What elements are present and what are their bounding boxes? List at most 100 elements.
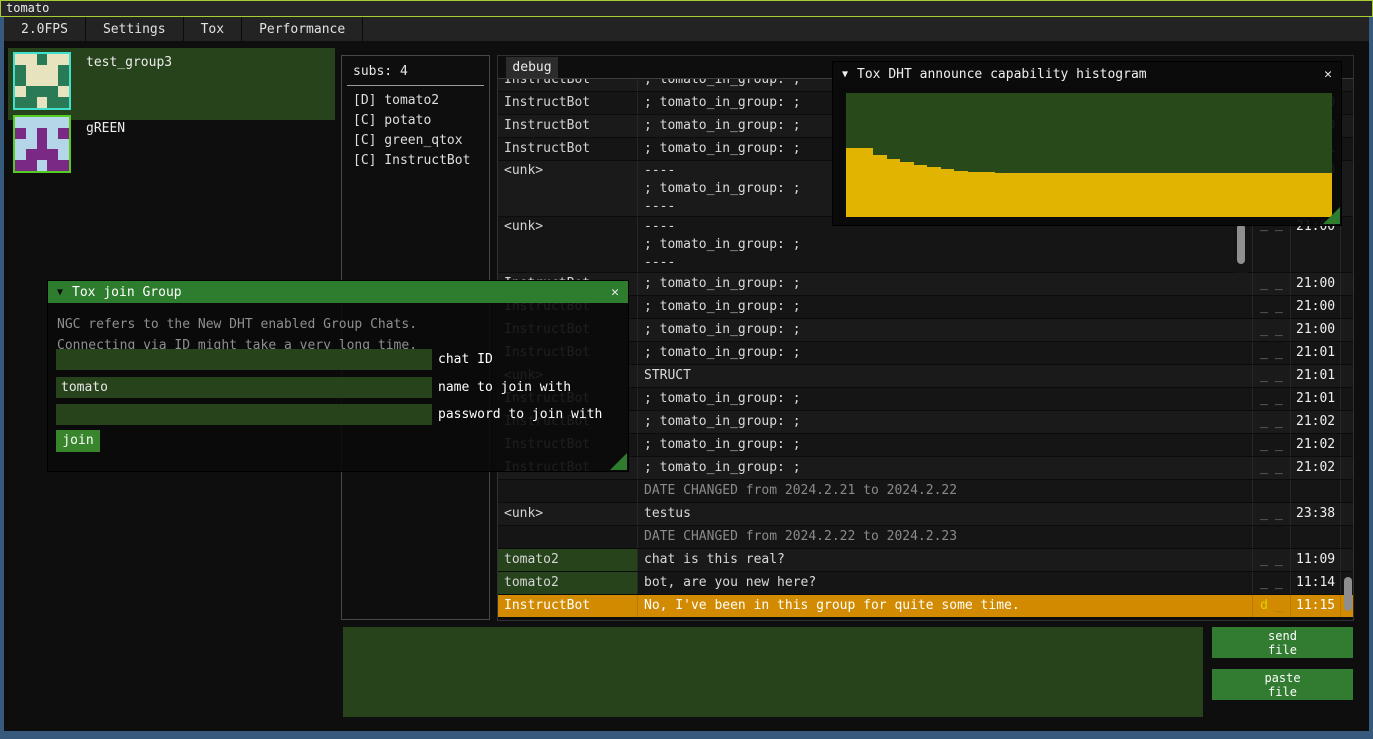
message-row[interactable]: <unk>testus__23:38 (498, 503, 1353, 526)
histogram-bar (1305, 173, 1319, 217)
member-instructbot[interactable]: [C] InstructBot (342, 151, 489, 171)
window-frame-bottom (0, 731, 1373, 739)
message-time: 21:02 (1291, 434, 1341, 456)
resize-grip[interactable] (1323, 207, 1340, 224)
message-text: ; tomato_in_group: ; (638, 388, 1253, 410)
message-text: ; tomato_in_group: ; (638, 342, 1253, 364)
window-frame-right (1369, 17, 1373, 731)
message-text: bot, are you new here? (638, 572, 1253, 594)
member-tomato2[interactable]: [D] tomato2 (342, 91, 489, 111)
date-changed-row: DATE CHANGED from 2024.2.22 to 2024.2.23 (498, 526, 1353, 549)
message-status: __ (1253, 572, 1291, 594)
histogram-bar (1211, 173, 1225, 217)
sidebar-item-green[interactable]: gREEN (8, 114, 335, 174)
message-row[interactable]: <unk>----; tomato_in_group: ;----__21:00 (498, 217, 1353, 273)
message-sender: tomato2 (498, 572, 638, 594)
histogram-bar (1008, 173, 1022, 217)
histogram-bar (1035, 173, 1049, 217)
message-sender (498, 480, 638, 502)
window-frame-left (0, 17, 4, 731)
histogram-bar (1089, 173, 1103, 217)
message-text: ; tomato_in_group: ; (638, 319, 1253, 341)
member-green-qtox[interactable]: [C] green_qtox (342, 131, 489, 151)
message-text: No, I've been in this group for quite so… (638, 595, 1253, 617)
group-name: test_group3 (86, 55, 172, 120)
close-icon[interactable]: ✕ (611, 285, 619, 300)
histogram-bar (1278, 173, 1292, 217)
message-row[interactable]: tomato2chat is this real?__11:09 (498, 549, 1353, 572)
histogram-bar (1049, 173, 1063, 217)
message-status: __ (1253, 434, 1291, 456)
message-row[interactable]: tomato2bot, are you new here?__11:14 (498, 572, 1353, 595)
message-time: 11:14 (1291, 572, 1341, 594)
sidebar-item-test-group3[interactable]: test_group3 (8, 48, 335, 120)
histogram-bar (873, 155, 887, 217)
histogram-bar (954, 171, 968, 218)
message-time: 21:00 (1291, 217, 1341, 272)
histogram-bar (1224, 173, 1238, 217)
histogram-bar (1197, 173, 1211, 217)
message-status: __ (1253, 411, 1291, 433)
dht-histogram-window: ▼ Tox DHT announce capability histogram … (833, 62, 1341, 225)
chat-scrollbar-thumb[interactable] (1344, 577, 1352, 611)
message-text: ; tomato_in_group: ; (638, 457, 1253, 479)
message-sender: tomato2 (498, 549, 638, 571)
resize-grip[interactable] (610, 453, 627, 470)
message-text: ----; tomato_in_group: ;---- (638, 217, 1253, 272)
chat-id-field[interactable] (56, 349, 432, 370)
group-avatar (13, 115, 71, 173)
message-status: __ (1253, 503, 1291, 525)
message-sender: InstructBot (498, 138, 638, 160)
message-time: 21:01 (1291, 342, 1341, 364)
histogram-bar (1170, 173, 1184, 217)
join-button[interactable]: join (56, 430, 100, 452)
message-text: ; tomato_in_group: ; (638, 273, 1253, 295)
histogram-bar (1157, 173, 1171, 217)
histogram-bar (1265, 173, 1279, 217)
histogram-bar (1251, 173, 1265, 217)
message-input[interactable] (343, 627, 1203, 717)
message-sender: InstructBot (498, 595, 638, 617)
window-title: tomato (6, 1, 49, 15)
tab-debug[interactable]: debug (506, 57, 558, 78)
menu-tox[interactable]: Tox (184, 17, 242, 41)
message-status: __ (1253, 217, 1291, 272)
histogram-bar (968, 172, 982, 217)
histogram-bar (1184, 173, 1198, 217)
date-changed-text: DATE CHANGED from 2024.2.21 to 2024.2.22 (638, 480, 1253, 502)
message-status: __ (1253, 273, 1291, 295)
message-status: __ (1253, 549, 1291, 571)
histogram-bar (1116, 173, 1130, 217)
subs-count-label: subs: 4 (353, 64, 489, 79)
send-file-button[interactable]: send file (1212, 627, 1353, 658)
histogram-bar (1022, 173, 1036, 217)
paste-file-button[interactable]: paste file (1212, 669, 1353, 700)
histogram-bar (887, 159, 901, 217)
collapse-arrow-icon[interactable]: ▼ (842, 69, 848, 80)
message-text: testus (638, 503, 1253, 525)
message-time (1291, 480, 1341, 502)
chat-id-label: chat ID (438, 349, 493, 370)
scrollbar-thumb[interactable] (1237, 224, 1245, 264)
join-name-label: name to join with (438, 377, 571, 398)
menu-settings[interactable]: Settings (86, 17, 184, 41)
message-row[interactable]: InstructBotNo, I've been in this group f… (498, 595, 1353, 618)
message-text: STRUCT (638, 365, 1253, 387)
message-status (1253, 480, 1291, 502)
close-icon[interactable]: ✕ (1324, 67, 1332, 82)
collapse-arrow-icon[interactable]: ▼ (57, 287, 63, 298)
window-titlebar[interactable]: tomato (0, 0, 1373, 17)
join-group-title: Tox join Group (72, 285, 182, 300)
join-group-titlebar[interactable]: ▼ Tox join Group ✕ (48, 281, 628, 303)
dht-capability-histogram-plot (846, 93, 1332, 217)
histogram-bar (927, 167, 941, 217)
message-time: 11:09 (1291, 549, 1341, 571)
join-password-label: password to join with (438, 404, 602, 425)
join-password-field[interactable] (56, 404, 432, 425)
join-name-field[interactable] (56, 377, 432, 398)
menu-performance[interactable]: Performance (242, 17, 363, 41)
histogram-bar (995, 173, 1009, 217)
dht-histogram-titlebar[interactable]: ▼ Tox DHT announce capability histogram … (833, 62, 1341, 86)
histogram-bar (914, 165, 928, 217)
member-potato[interactable]: [C] potato (342, 111, 489, 131)
